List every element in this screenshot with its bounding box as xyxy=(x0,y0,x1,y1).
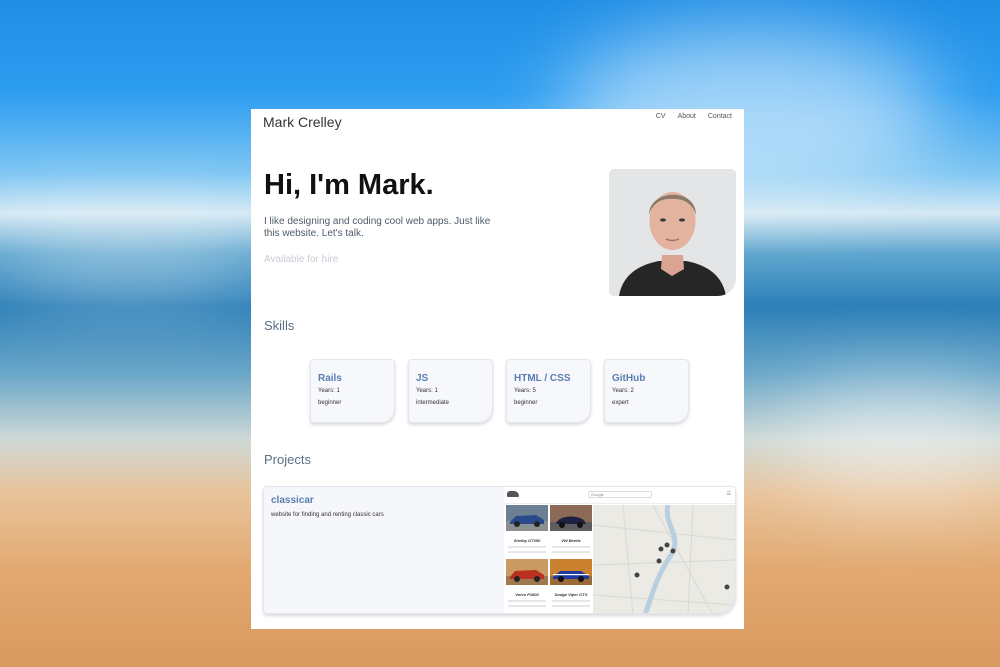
car-detail-line xyxy=(552,546,590,548)
avatar-portrait xyxy=(609,169,736,296)
skill-name: GitHub xyxy=(612,373,646,384)
car-photo xyxy=(506,559,548,585)
skill-years: Years: 1 xyxy=(416,388,438,394)
car-name: Dodge Viper GTS xyxy=(554,592,588,597)
skill-name: JS xyxy=(416,373,429,384)
car-detail-line xyxy=(508,551,546,553)
skill-card-github[interactable]: GitHub Years: 2 expert xyxy=(604,359,689,423)
nav-link-contact[interactable]: Contact xyxy=(708,113,732,120)
skill-level: intermediate xyxy=(416,400,450,406)
hero-title: Hi, I'm Mark. xyxy=(264,169,434,201)
skill-years: Years: 1 xyxy=(318,388,340,394)
map-pin xyxy=(670,548,676,554)
background-glow xyxy=(780,380,1000,500)
map-pin xyxy=(724,584,730,590)
project-name[interactable]: classicar xyxy=(271,495,314,506)
car-detail-line xyxy=(552,551,590,553)
avatar xyxy=(609,169,736,296)
nav-link-cv[interactable]: CV xyxy=(656,113,666,120)
hero-text: I like designing and coding cool web app… xyxy=(264,216,491,239)
map-graphic xyxy=(593,505,735,613)
preview-car-grid: Shelby GT350 VW Beetle Volvo P1800 Dodge… xyxy=(506,505,592,611)
preview-search-input: Google xyxy=(588,491,652,498)
preview-header: Google ☰ xyxy=(504,487,735,504)
preview-car-card: Shelby GT350 xyxy=(506,505,548,557)
car-name: Shelby GT350 xyxy=(513,538,541,543)
preview-car-card: Volvo P1800 xyxy=(506,559,548,611)
skills-heading: Skills xyxy=(264,318,295,333)
car-detail-line xyxy=(508,546,546,548)
skill-name: Rails xyxy=(318,373,342,384)
menu-icon: ☰ xyxy=(726,491,731,497)
car-detail-line xyxy=(552,600,590,602)
car-logo-icon xyxy=(507,491,519,497)
availability-status: Available for hire xyxy=(264,254,339,265)
preview-car-card: VW Beetle xyxy=(550,505,592,557)
car-detail-line xyxy=(508,605,546,607)
skill-level: beginner xyxy=(318,400,342,406)
car-name: VW Beetle xyxy=(561,538,581,543)
project-card-classicar[interactable]: classicar website for finding and rentin… xyxy=(263,486,736,614)
car-photo xyxy=(550,505,592,531)
skill-card-rails[interactable]: Rails Years: 1 beginner xyxy=(310,359,395,423)
preview-car-card: Dodge Viper GTS xyxy=(550,559,592,611)
car-photo xyxy=(506,505,548,531)
map-pin xyxy=(634,572,640,578)
background-glow xyxy=(0,210,260,300)
skill-level: expert xyxy=(612,400,629,406)
car-detail-line xyxy=(552,605,590,607)
top-nav: CV About Contact xyxy=(656,113,732,120)
skill-level: beginner xyxy=(514,400,538,406)
nav-link-about[interactable]: About xyxy=(678,113,696,120)
skill-name: HTML / CSS xyxy=(514,373,571,384)
car-photo xyxy=(550,559,592,585)
skill-years: Years: 5 xyxy=(514,388,536,394)
skill-years: Years: 2 xyxy=(612,388,634,394)
skill-card-html-css[interactable]: HTML / CSS Years: 5 beginner xyxy=(506,359,591,423)
car-name: Volvo P1800 xyxy=(515,592,539,597)
portfolio-page: Mark Crelley CV About Contact Hi, I'm Ma… xyxy=(251,109,744,629)
map-pin xyxy=(664,542,670,548)
project-screenshot[interactable]: Google ☰ Shelby GT350 VW Beetle Volvo P1… xyxy=(504,487,735,613)
skills-list: Rails Years: 1 beginner JS Years: 1 inte… xyxy=(310,359,689,423)
map-pin xyxy=(658,546,664,552)
project-description: website for finding and renting classic … xyxy=(271,512,384,518)
map-pin xyxy=(656,558,662,564)
skill-card-js[interactable]: JS Years: 1 intermediate xyxy=(408,359,493,423)
projects-heading: Projects xyxy=(264,452,311,467)
site-brand[interactable]: Mark Crelley xyxy=(263,114,342,130)
car-detail-line xyxy=(508,600,546,602)
preview-map xyxy=(593,505,735,613)
